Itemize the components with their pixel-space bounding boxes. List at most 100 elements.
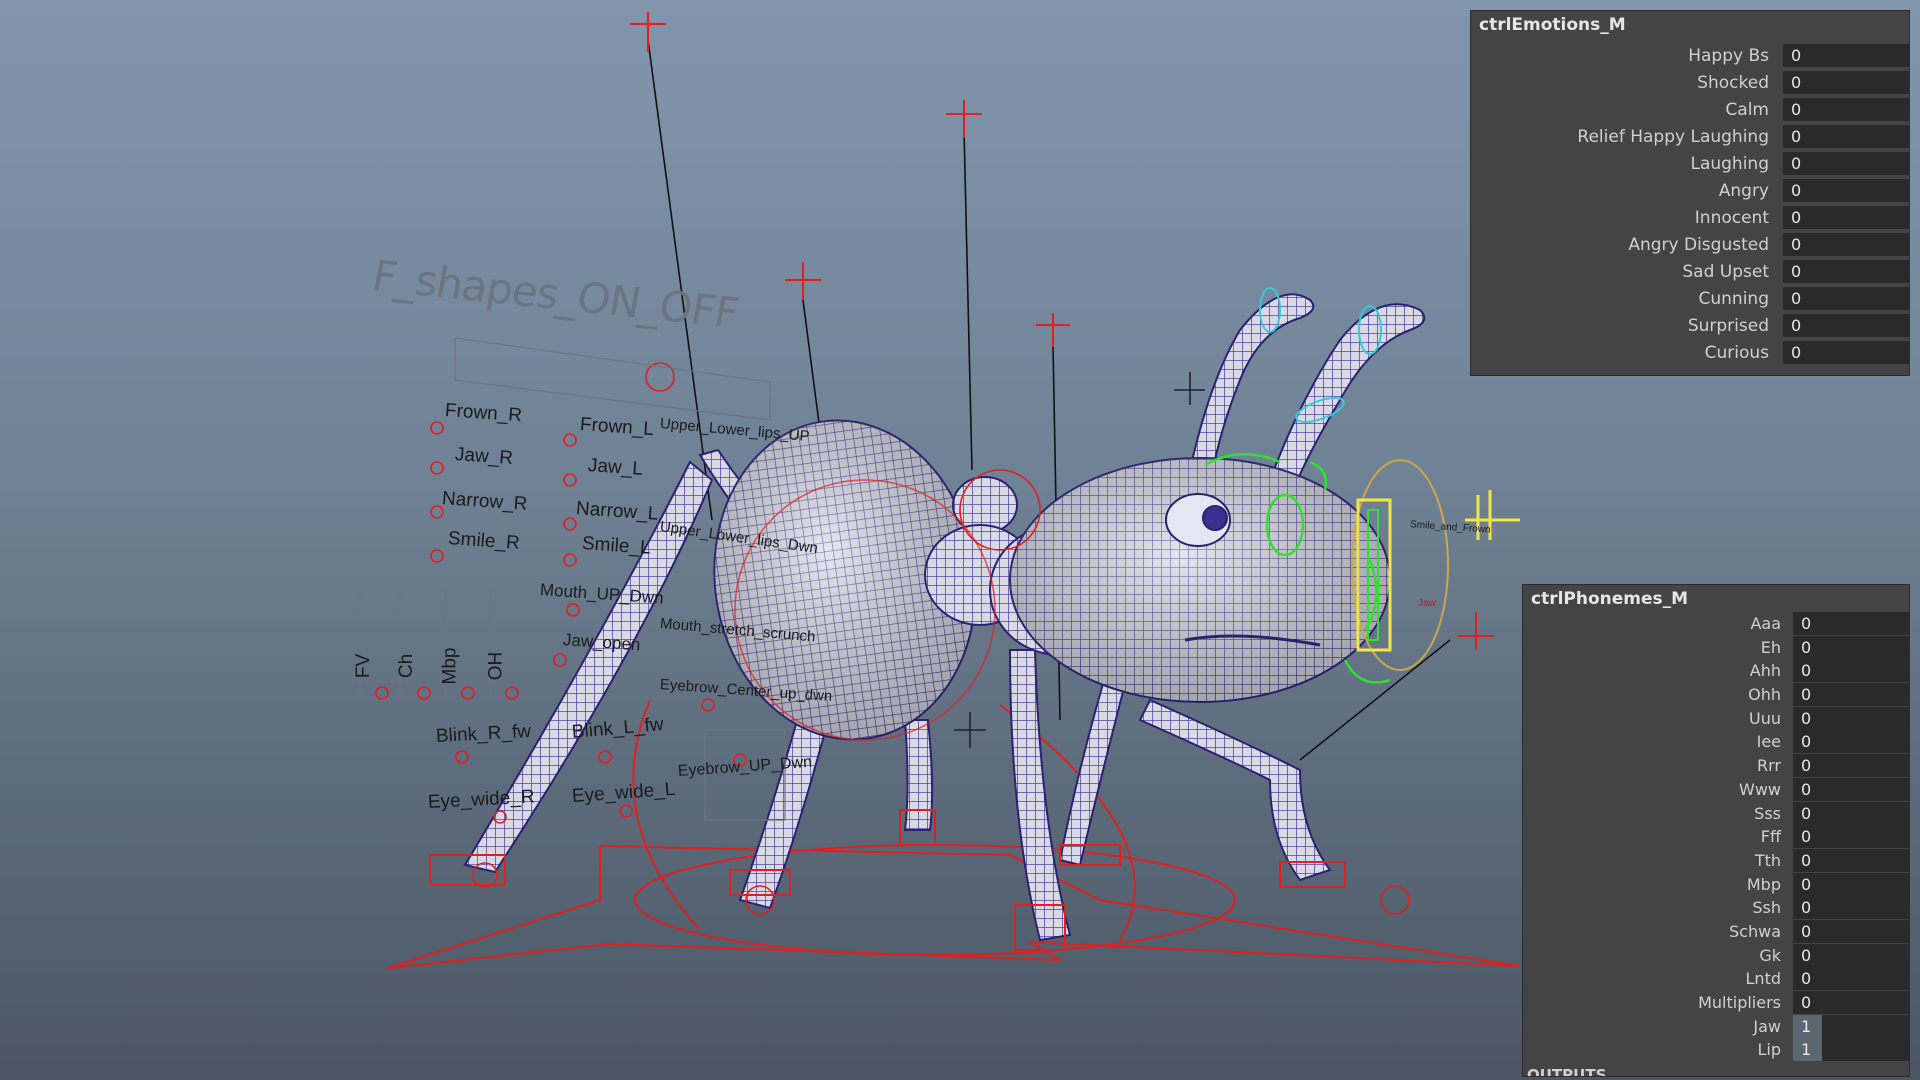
attribute-row[interactable]: Sss 0: [1523, 801, 1909, 825]
attribute-label[interactable]: Aaa: [1750, 614, 1781, 633]
attribute-row[interactable]: Lntd 0: [1523, 966, 1909, 991]
attribute-value-field[interactable]: 0: [1783, 260, 1909, 283]
control-label[interactable]: Jaw_L: [587, 455, 643, 481]
attribute-row[interactable]: Calm 0: [1471, 97, 1909, 124]
attribute-value-field[interactable]: 1: [1793, 1038, 1909, 1062]
attribute-row[interactable]: Happy Bs 0: [1471, 43, 1909, 70]
attribute-label[interactable]: Uuu: [1749, 709, 1781, 728]
attribute-value-field[interactable]: 1: [1793, 1014, 1909, 1038]
attribute-value-field[interactable]: 0: [1783, 152, 1909, 175]
attribute-label[interactable]: Rrr: [1757, 756, 1781, 775]
attribute-row[interactable]: Ohh 0: [1523, 682, 1909, 707]
attribute-label[interactable]: Mbp: [1747, 875, 1781, 894]
attribute-label[interactable]: Relief Happy Laughing: [1577, 127, 1769, 147]
attribute-value-field[interactable]: 0: [1783, 314, 1909, 337]
attribute-value-field[interactable]: 0: [1793, 612, 1909, 635]
attribute-label[interactable]: Angry: [1719, 181, 1769, 201]
attribute-row[interactable]: Iee 0: [1523, 729, 1909, 754]
attribute-row[interactable]: Schwa 0: [1523, 919, 1909, 943]
attribute-row[interactable]: Relief Happy Laughing 0: [1471, 124, 1909, 151]
attribute-row[interactable]: Rrr 0: [1523, 753, 1909, 778]
attribute-value-field[interactable]: 0: [1793, 777, 1909, 801]
attribute-label[interactable]: Gk: [1759, 946, 1781, 965]
attribute-label[interactable]: Lntd: [1746, 969, 1781, 988]
attribute-row[interactable]: Mbp 0: [1523, 872, 1909, 896]
attribute-label[interactable]: Eh: [1761, 638, 1781, 657]
outputs-section-header[interactable]: OUTPUTS: [1527, 1066, 1606, 1076]
attribute-row[interactable]: Surprised 0: [1471, 313, 1909, 340]
attribute-label[interactable]: Multipliers: [1698, 993, 1781, 1012]
control-label[interactable]: Ch: [396, 654, 418, 678]
attribute-value-field[interactable]: 0: [1793, 801, 1909, 825]
attribute-label[interactable]: Curious: [1705, 343, 1769, 363]
attribute-row[interactable]: Innocent 0: [1471, 205, 1909, 232]
attribute-row[interactable]: Lip 1: [1523, 1037, 1909, 1062]
attribute-row[interactable]: Ahh 0: [1523, 658, 1909, 683]
attribute-label[interactable]: Fff: [1761, 827, 1781, 846]
attribute-value-field[interactable]: 0: [1783, 125, 1909, 148]
attribute-value-field[interactable]: 0: [1793, 991, 1909, 1014]
attribute-row[interactable]: Fff 0: [1523, 824, 1909, 849]
attribute-value-field[interactable]: 0: [1793, 943, 1909, 967]
attribute-label[interactable]: Cunning: [1699, 289, 1769, 309]
attribute-value-field[interactable]: 0: [1783, 341, 1909, 364]
attribute-label[interactable]: Iee: [1757, 732, 1781, 751]
attribute-value-field[interactable]: 0: [1793, 848, 1909, 872]
attribute-value-field[interactable]: 0: [1793, 825, 1909, 849]
attribute-row[interactable]: Curious 0: [1471, 340, 1909, 367]
attribute-row[interactable]: Angry 0: [1471, 178, 1909, 205]
control-label[interactable]: Jaw_R: [454, 444, 513, 470]
attribute-value-field[interactable]: 0: [1783, 98, 1909, 121]
attribute-row[interactable]: Tth 0: [1523, 848, 1909, 872]
control-label[interactable]: Mbp: [439, 648, 461, 685]
attribute-row[interactable]: Aaa 0: [1523, 611, 1909, 635]
control-label[interactable]: FV: [353, 654, 375, 678]
attribute-value-field[interactable]: 0: [1793, 706, 1909, 730]
attribute-label[interactable]: Ohh: [1748, 685, 1781, 704]
attribute-value-field[interactable]: 0: [1793, 730, 1909, 754]
attribute-row[interactable]: Www 0: [1523, 777, 1909, 801]
control-label[interactable]: OH: [485, 652, 507, 681]
attribute-label[interactable]: Ssh: [1752, 898, 1781, 917]
attribute-value-field[interactable]: 0: [1783, 287, 1909, 310]
attribute-value-field[interactable]: 0: [1793, 635, 1909, 659]
attribute-row[interactable]: Laughing 0: [1471, 151, 1909, 178]
attribute-value-field[interactable]: 0: [1783, 179, 1909, 202]
attribute-value-field[interactable]: 0: [1793, 872, 1909, 896]
attribute-label[interactable]: Ahh: [1750, 661, 1781, 680]
attribute-label[interactable]: Angry Disgusted: [1628, 235, 1769, 255]
attribute-value-field[interactable]: 0: [1783, 71, 1909, 94]
attribute-label[interactable]: Happy Bs: [1688, 46, 1769, 66]
attribute-row[interactable]: Multipliers 0: [1523, 990, 1909, 1014]
attribute-label[interactable]: Laughing: [1690, 154, 1769, 174]
control-label[interactable]: Smile_L: [581, 533, 651, 560]
attribute-value-field[interactable]: 0: [1793, 683, 1909, 707]
attribute-label[interactable]: Sss: [1754, 804, 1781, 823]
attribute-label[interactable]: Schwa: [1729, 922, 1781, 941]
attribute-row[interactable]: Gk 0: [1523, 943, 1909, 967]
attribute-value-field[interactable]: 0: [1793, 754, 1909, 778]
attribute-label[interactable]: Www: [1739, 780, 1781, 799]
attribute-value-field[interactable]: 0: [1793, 967, 1909, 991]
attribute-row[interactable]: Jaw 1: [1523, 1014, 1909, 1038]
attribute-row[interactable]: Cunning 0: [1471, 286, 1909, 313]
attribute-label[interactable]: Innocent: [1695, 208, 1769, 228]
attribute-label[interactable]: Surprised: [1688, 316, 1769, 336]
attribute-value-field[interactable]: 0: [1793, 919, 1909, 943]
attribute-row[interactable]: Shocked 0: [1471, 70, 1909, 97]
attribute-row[interactable]: Sad Upset 0: [1471, 259, 1909, 286]
attribute-value-field[interactable]: 0: [1783, 44, 1909, 67]
attribute-value-field[interactable]: 0: [1793, 896, 1909, 920]
attribute-label[interactable]: Shocked: [1697, 73, 1769, 93]
attribute-label[interactable]: Jaw: [1753, 1017, 1781, 1036]
attribute-row[interactable]: Eh 0: [1523, 635, 1909, 659]
attribute-row[interactable]: Ssh 0: [1523, 895, 1909, 920]
attribute-row[interactable]: Angry Disgusted 0: [1471, 232, 1909, 259]
attribute-value-field[interactable]: 0: [1783, 206, 1909, 229]
attribute-value-field[interactable]: 0: [1793, 659, 1909, 683]
attribute-label[interactable]: Sad Upset: [1682, 262, 1769, 282]
attribute-label[interactable]: Tth: [1755, 851, 1781, 870]
attribute-label[interactable]: Calm: [1725, 100, 1769, 120]
attribute-label[interactable]: Lip: [1757, 1040, 1781, 1059]
attribute-value-field[interactable]: 0: [1783, 233, 1909, 256]
